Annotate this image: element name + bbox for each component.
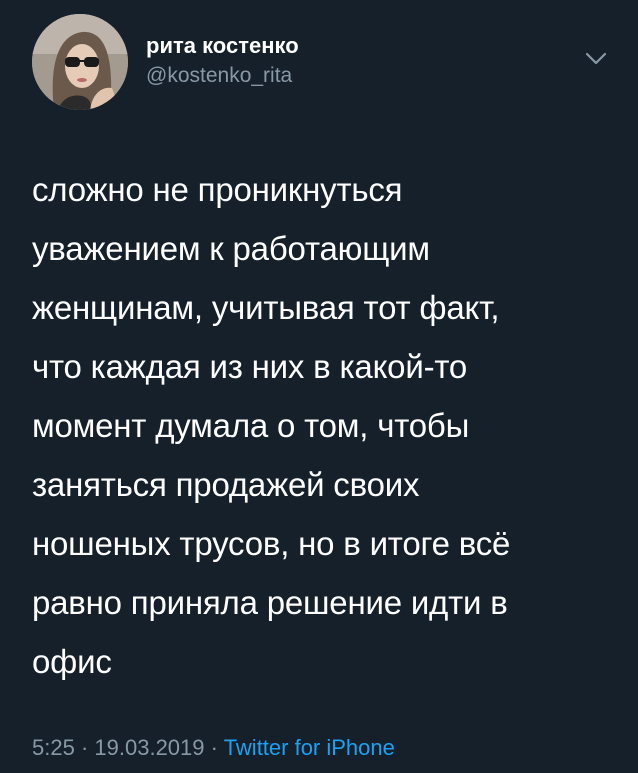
tweet-text: сложно не проникнуться уважением к работ… xyxy=(32,171,511,680)
tweet-header: рита костенко @kostenko_rita xyxy=(32,14,622,114)
tweet-meta: 5:25 · 19.03.2019 · Twitter for iPhone xyxy=(32,733,395,763)
tweet-source-link[interactable]: Twitter for iPhone xyxy=(224,735,395,760)
author-info[interactable]: рита костенко @kostenko_rita xyxy=(146,32,299,90)
meta-separator: · xyxy=(210,735,218,760)
author-display-name[interactable]: рита костенко xyxy=(146,32,299,60)
chevron-down-icon[interactable] xyxy=(582,44,610,72)
avatar-image xyxy=(32,14,128,110)
meta-separator: · xyxy=(80,735,89,760)
tweet-time[interactable]: 5:25 xyxy=(32,735,75,760)
avatar[interactable] xyxy=(32,14,128,110)
author-handle[interactable]: @kostenko_rita xyxy=(146,62,299,90)
tweet-date[interactable]: 19.03.2019 xyxy=(94,735,204,760)
tweet-card: рита костенко @kostenko_rita сложно не п… xyxy=(0,0,638,773)
